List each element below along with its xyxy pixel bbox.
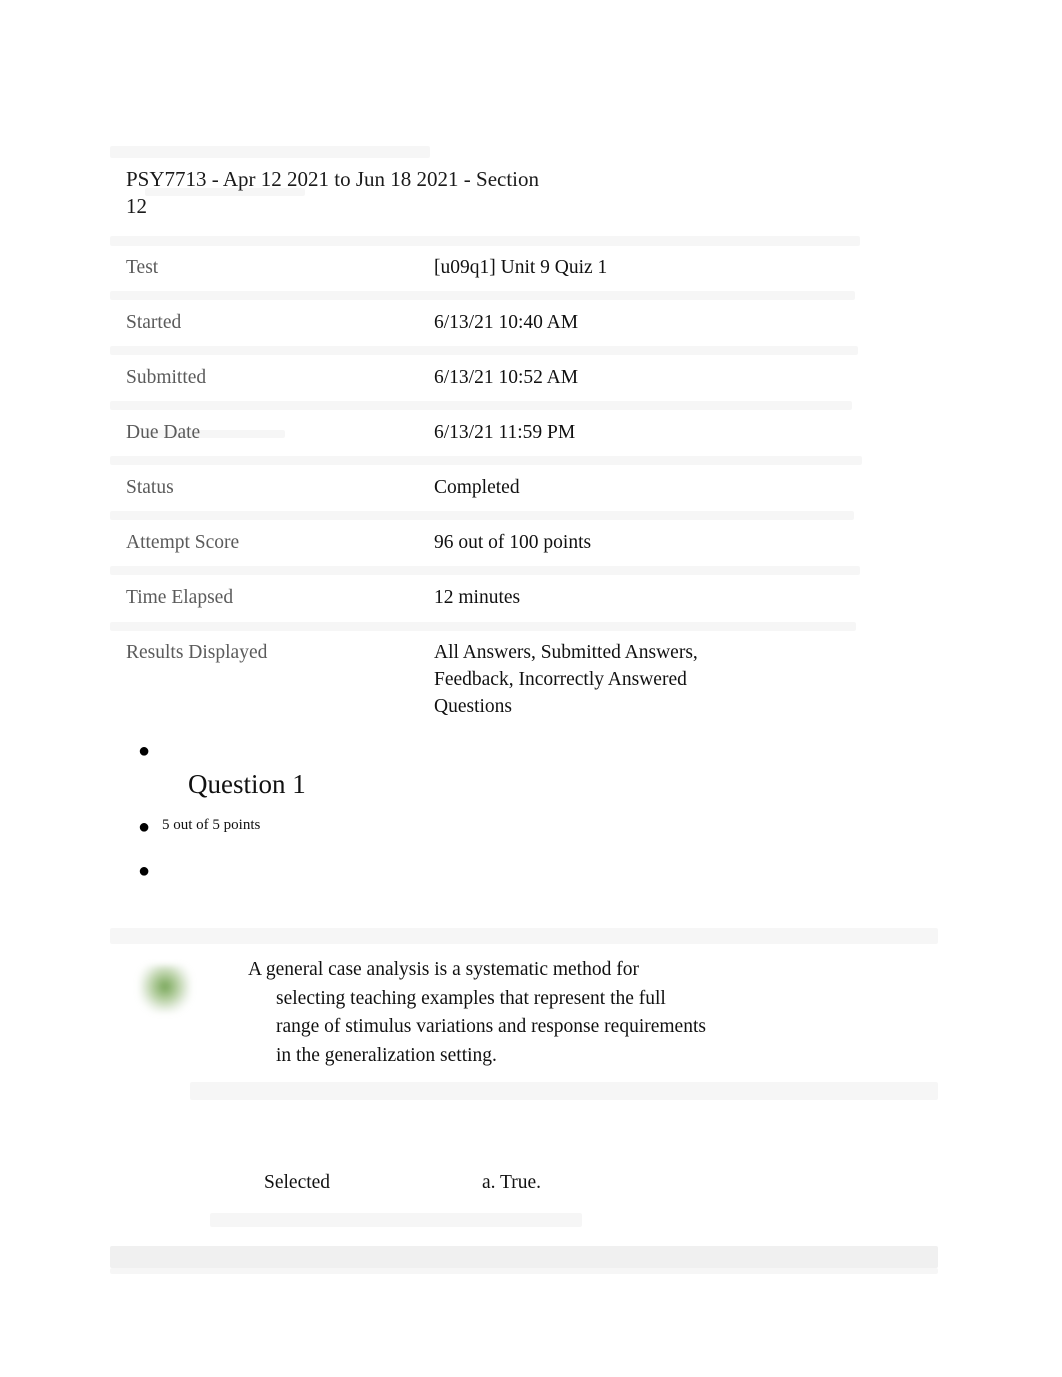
- scan-artifact: [110, 1246, 938, 1268]
- question-statement: A general case analysis is a systematic …: [248, 956, 808, 1070]
- table-row: Started 6/13/21 10:40 AM: [126, 303, 866, 358]
- table-row: Submitted 6/13/21 10:52 AM: [126, 358, 866, 413]
- table-row: Test [u09q1] Unit 9 Quiz 1: [126, 248, 866, 303]
- info-value: 96 out of 100 points: [434, 532, 592, 553]
- info-label: Attempt Score: [126, 532, 240, 553]
- selected-answer-value: a. True.: [482, 1172, 542, 1193]
- question-points: 5 out of 5 points: [162, 817, 261, 833]
- green-smudge-icon: [139, 965, 191, 1013]
- statement-line: A general case analysis is a systematic …: [248, 959, 639, 980]
- info-label: Time Elapsed: [126, 587, 234, 608]
- question-title: Question 1: [188, 769, 306, 799]
- list-item: ● 5 out of 5 points: [126, 811, 906, 837]
- scan-artifact: [110, 146, 430, 158]
- list-item: ●: [126, 735, 906, 761]
- info-label: Results Displayed: [126, 642, 268, 663]
- info-value: [u09q1] Unit 9 Quiz 1: [434, 257, 608, 278]
- info-label: Status: [126, 477, 174, 498]
- list-item: ●: [126, 855, 906, 881]
- info-value: 6/13/21 11:59 PM: [434, 422, 576, 443]
- bullet-icon: ●: [137, 740, 151, 762]
- test-info-table: Test [u09q1] Unit 9 Quiz 1 Started 6/13/…: [126, 248, 866, 723]
- scan-artifact: [190, 1082, 938, 1100]
- table-row: Results Displayed All Answers, Submitted…: [126, 633, 866, 723]
- scan-artifact: [210, 1213, 582, 1227]
- scan-artifact: [110, 1268, 938, 1274]
- info-value: 6/13/21 10:52 AM: [434, 367, 579, 388]
- statement-line: selecting teaching examples that represe…: [276, 987, 666, 1009]
- scan-artifact: [110, 236, 860, 246]
- question-block: ● Question 1 ● 5 out of 5 points ●: [126, 735, 906, 881]
- info-value: All Answers, Submitted Answers, Feedback…: [434, 642, 698, 717]
- table-row: Time Elapsed 12 minutes: [126, 578, 866, 633]
- bullet-icon: ●: [137, 860, 151, 882]
- bullet-icon: ●: [137, 816, 151, 838]
- info-value: Completed: [434, 477, 520, 498]
- table-row: Status Completed: [126, 468, 866, 523]
- selected-answer-row: Selected a. True.: [264, 1172, 824, 1194]
- info-label: Started: [126, 312, 182, 333]
- table-row: Due Date 6/13/21 11:59 PM: [126, 413, 866, 468]
- info-value: 12 minutes: [434, 587, 521, 608]
- info-label: Test: [126, 257, 159, 278]
- selected-answer-label: Selected: [264, 1172, 331, 1193]
- info-label: Due Date: [126, 422, 201, 443]
- table-row: Attempt Score 96 out of 100 points: [126, 523, 866, 578]
- document-page: PSY7713 - Apr 12 2021 to Jun 18 2021 - S…: [0, 0, 1062, 1377]
- info-value: 6/13/21 10:40 AM: [434, 312, 579, 333]
- info-label: Submitted: [126, 367, 207, 388]
- course-heading: PSY7713 - Apr 12 2021 to Jun 18 2021 - S…: [126, 167, 540, 218]
- statement-line: range of stimulus variations and respons…: [276, 1016, 706, 1037]
- scan-artifact: [110, 928, 938, 944]
- statement-line: in the generalization setting.: [276, 1044, 497, 1066]
